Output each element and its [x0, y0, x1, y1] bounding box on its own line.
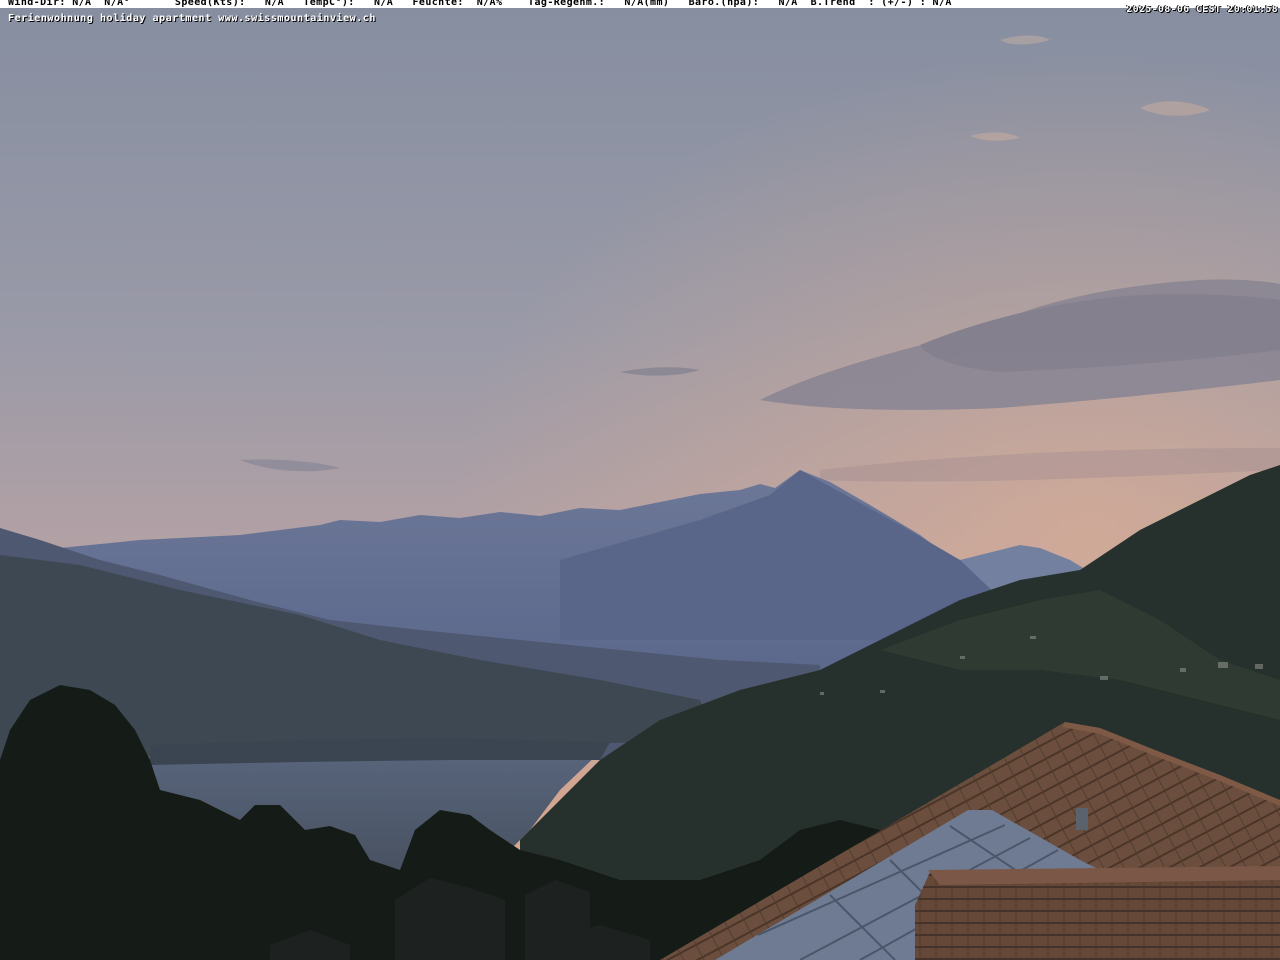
landscape-scene [0, 0, 1280, 960]
chimney [1076, 808, 1088, 830]
weather-data-bar: Wind-Dir: N/A N/A° Speed(Kts): N/A TempC… [0, 0, 1280, 8]
weather-data-text: Wind-Dir: N/A N/A° Speed(Kts): N/A TempC… [8, 0, 952, 8]
webcam-view: Wind-Dir: N/A N/A° Speed(Kts): N/A TempC… [0, 0, 1280, 960]
timestamp: 2025-08-06 CEST 20:01:58 [1126, 4, 1278, 15]
webcam-caption: Ferienwohnung holiday apartment www.swis… [8, 13, 376, 24]
